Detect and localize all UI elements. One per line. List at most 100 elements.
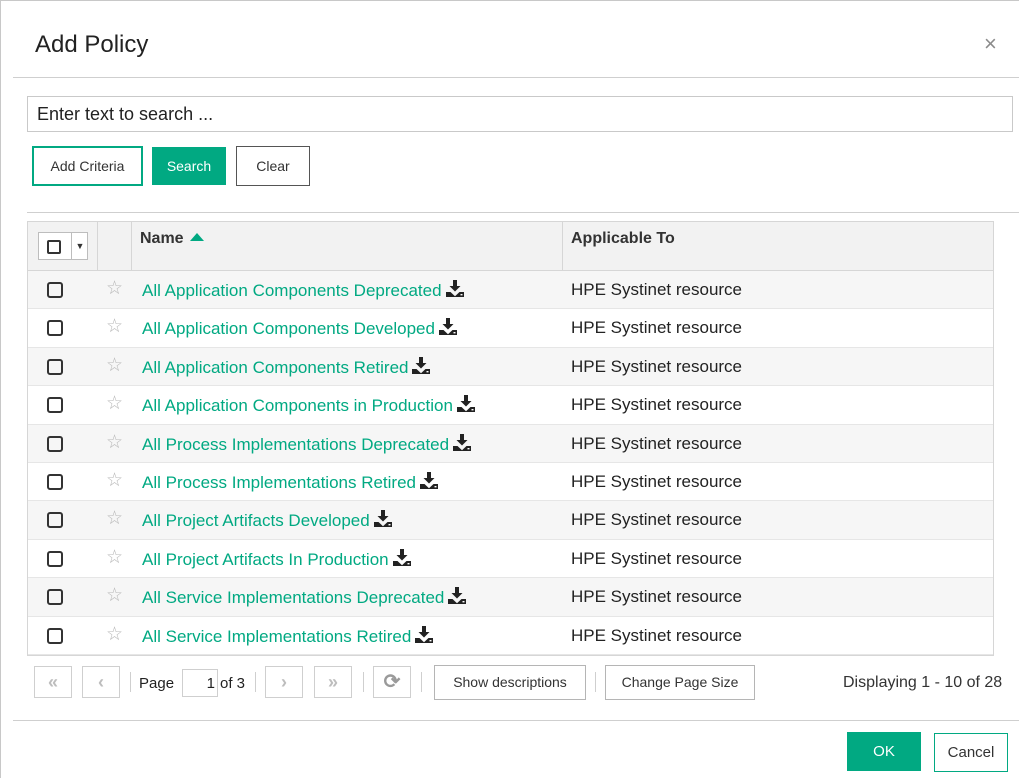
close-icon[interactable]: × [984, 33, 997, 55]
divider [255, 672, 256, 692]
search-button[interactable]: Search [152, 147, 226, 185]
applicable-to-cell: HPE Systinet resource [571, 471, 743, 491]
column-header-name-label: Name [140, 230, 184, 247]
column-separator [131, 222, 132, 270]
download-icon[interactable] [438, 318, 459, 336]
table-row[interactable]: ☆ All Process Implementations Deprecated… [28, 424, 993, 463]
prev-page-icon[interactable]: ‹ [82, 666, 120, 698]
page-number-input[interactable] [182, 669, 218, 697]
download-icon[interactable] [448, 587, 468, 605]
divider [595, 672, 596, 692]
table-row[interactable]: ☆ All Application Components Developed H… [28, 309, 993, 348]
dropdown-caret-icon[interactable]: ▼ [71, 233, 88, 259]
download-icon[interactable] [373, 510, 394, 528]
column-separator [562, 222, 563, 270]
policy-name-label: All Application Components in Production [142, 396, 453, 416]
refresh-icon[interactable]: ⟳ [373, 666, 411, 698]
sort-ascending-icon [189, 233, 204, 241]
policy-name-link[interactable]: All Process Implementations Deprecated [142, 433, 473, 455]
row-checkbox[interactable] [47, 397, 63, 414]
policy-name-label: All Application Components Developed [142, 319, 435, 339]
policy-name-label: All Process Implementations Deprecated [142, 434, 450, 454]
download-icon[interactable] [420, 471, 440, 489]
download-icon[interactable] [445, 280, 466, 297]
table-row[interactable]: ☆ All Service Implementations Deprecated… [28, 578, 993, 617]
page-count-label: of 3 [220, 675, 246, 692]
next-page-icon[interactable]: › [265, 666, 303, 698]
table-row[interactable]: ☆ All Application Components Deprecated … [28, 271, 993, 310]
download-icon[interactable] [456, 395, 477, 413]
search-input[interactable] [27, 96, 1013, 132]
first-page-icon[interactable]: « [34, 666, 72, 698]
row-checkbox[interactable] [47, 627, 63, 644]
divider [363, 672, 364, 692]
policy-name-link[interactable]: All Service Implementations Deprecated [142, 587, 468, 608]
star-icon[interactable]: ☆ [106, 277, 123, 301]
select-all-checkbox[interactable] [47, 240, 61, 254]
star-icon[interactable]: ☆ [106, 546, 123, 570]
clear-button[interactable]: Clear [236, 146, 310, 186]
download-icon[interactable] [415, 625, 435, 643]
policy-name-link[interactable]: All Project Artifacts In Production [142, 548, 413, 570]
table-body: ☆ All Application Components Deprecated … [28, 271, 993, 655]
row-checkbox[interactable] [47, 282, 63, 298]
policy-name-link[interactable]: All Application Components Retired [142, 356, 432, 378]
table-row[interactable]: ☆ All Process Implementations Retired HP… [28, 462, 993, 502]
column-header-applicable-to[interactable]: Applicable To [571, 230, 675, 248]
table-row[interactable]: ☆ All Application Components Retired HPE… [28, 347, 993, 387]
applicable-to-cell: HPE Systinet resource [571, 356, 743, 376]
row-checkbox[interactable] [47, 550, 63, 567]
star-icon[interactable]: ☆ [106, 469, 123, 493]
applicable-to-cell: HPE Systinet resource [571, 510, 743, 530]
star-icon[interactable]: ☆ [106, 431, 123, 455]
ok-button[interactable]: OK [847, 732, 921, 771]
download-icon[interactable] [392, 548, 413, 566]
displaying-count: Displaying 1 - 10 of 28 [843, 674, 1003, 691]
divider [13, 77, 1019, 78]
row-checkbox[interactable] [47, 358, 63, 375]
row-checkbox[interactable] [47, 589, 63, 606]
change-page-size-button[interactable]: Change Page Size [605, 665, 755, 700]
policy-name-label: All Application Components Retired [142, 357, 409, 377]
row-checkbox[interactable] [47, 320, 63, 337]
cancel-button[interactable]: Cancel [934, 733, 1008, 772]
show-descriptions-button[interactable]: Show descriptions [434, 665, 586, 700]
divider [421, 672, 422, 692]
applicable-to-cell: HPE Systinet resource [571, 433, 743, 453]
table-row[interactable]: ☆ All Service Implementations Retired HP… [28, 616, 993, 655]
star-icon[interactable]: ☆ [106, 392, 123, 416]
table-row[interactable]: ☆ All Project Artifacts Developed HPE Sy… [28, 501, 993, 540]
row-checkbox[interactable] [47, 512, 63, 529]
applicable-to-cell: HPE Systinet resource [571, 548, 743, 568]
column-header-name[interactable]: Name [140, 230, 204, 248]
policy-name-link[interactable]: All Process Implementations Retired [142, 471, 440, 493]
star-icon[interactable]: ☆ [106, 507, 123, 531]
policy-name-label: All Project Artifacts Developed [142, 511, 370, 531]
star-icon[interactable]: ☆ [106, 354, 123, 378]
row-checkbox[interactable] [47, 473, 63, 490]
policy-table: ▼ Name Applicable To ☆ All Application C… [27, 221, 994, 656]
applicable-to-cell: HPE Systinet resource [571, 395, 743, 415]
row-checkbox[interactable] [47, 435, 63, 452]
star-icon[interactable]: ☆ [106, 584, 123, 608]
last-page-icon[interactable]: » [314, 666, 352, 698]
add-criteria-button[interactable]: Add Criteria [32, 146, 143, 186]
table-row[interactable]: ☆ All Project Artifacts In Production HP… [28, 539, 993, 579]
applicable-to-cell: HPE Systinet resource [571, 280, 743, 299]
policy-name-link[interactable]: All Application Components Deprecated [142, 280, 466, 301]
column-separator [97, 222, 98, 270]
download-icon[interactable] [412, 356, 432, 374]
page-label: Page [139, 675, 175, 692]
policy-name-link[interactable]: All Service Implementations Retired [142, 625, 435, 647]
policy-name-label: All Process Implementations Retired [142, 472, 417, 492]
select-all-control[interactable]: ▼ [38, 232, 88, 260]
policy-name-label: All Service Implementations Retired [142, 626, 412, 646]
download-icon[interactable] [453, 433, 473, 451]
policy-name-label: All Application Components Deprecated [142, 281, 442, 300]
policy-name-link[interactable]: All Application Components Developed [142, 318, 459, 339]
policy-name-link[interactable]: All Project Artifacts Developed [142, 510, 394, 531]
policy-name-link[interactable]: All Application Components in Production [142, 395, 477, 416]
table-row[interactable]: ☆ All Application Components in Producti… [28, 386, 993, 425]
star-icon[interactable]: ☆ [106, 315, 123, 339]
star-icon[interactable]: ☆ [106, 623, 123, 647]
